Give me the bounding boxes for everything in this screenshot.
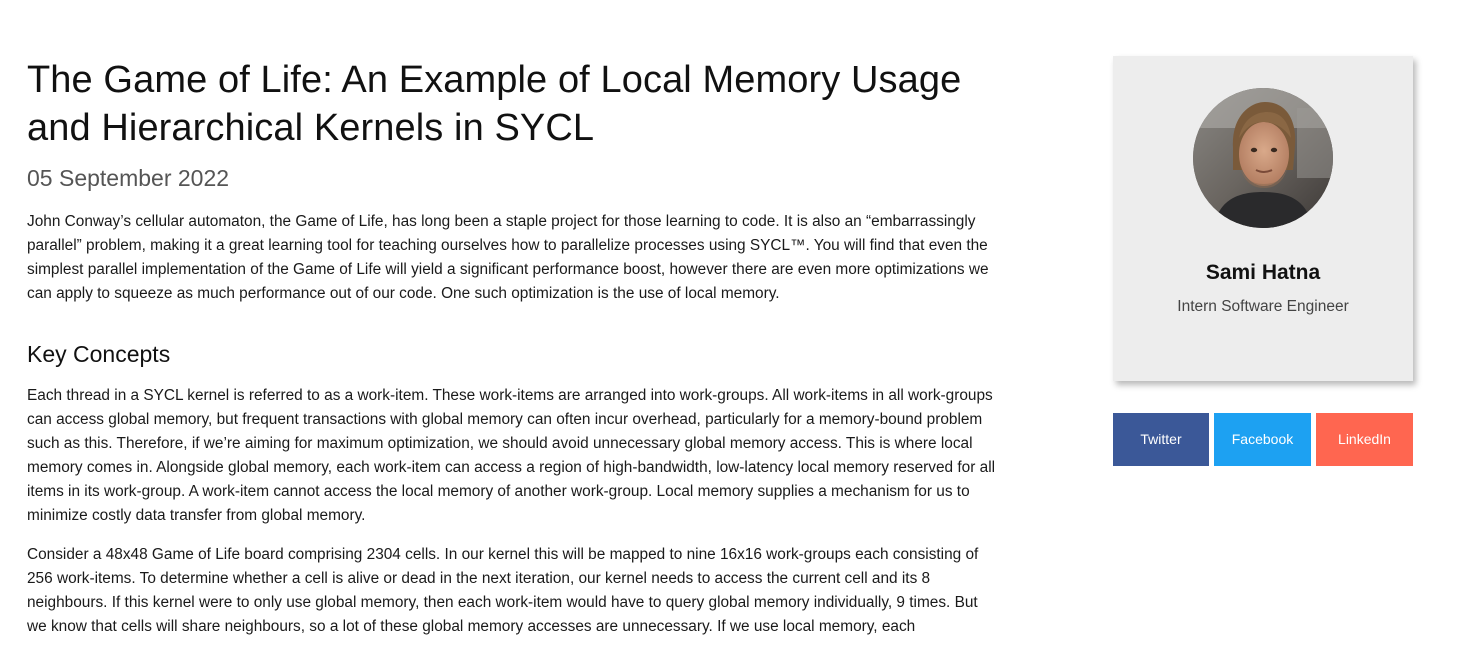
twitter-share-button[interactable]: Twitter xyxy=(1113,413,1209,466)
intro-paragraph: John Conway’s cellular automaton, the Ga… xyxy=(27,213,989,302)
linkedin-share-button[interactable]: LinkedIn xyxy=(1316,413,1413,466)
section-heading: Key Concepts xyxy=(27,341,171,367)
article: The Game of Life: An Example of Local Me… xyxy=(27,56,999,639)
body-paragraph: Each thread in a SYCL kernel is referred… xyxy=(27,387,996,524)
article-title: The Game of Life: An Example of Local Me… xyxy=(27,59,962,149)
facebook-share-button[interactable]: Facebook xyxy=(1214,413,1311,466)
author-role: Intern Software Engineer xyxy=(1177,298,1349,315)
author-avatar xyxy=(1193,88,1333,228)
article-date: 05 September 2022 xyxy=(27,165,230,191)
person-photo-icon xyxy=(1193,88,1333,228)
author-card: Sami Hatna Intern Software Engineer xyxy=(1113,56,1413,381)
body-paragraph: Consider a 48x48 Game of Life board comp… xyxy=(27,546,979,635)
author-name: Sami Hatna xyxy=(1205,261,1321,284)
